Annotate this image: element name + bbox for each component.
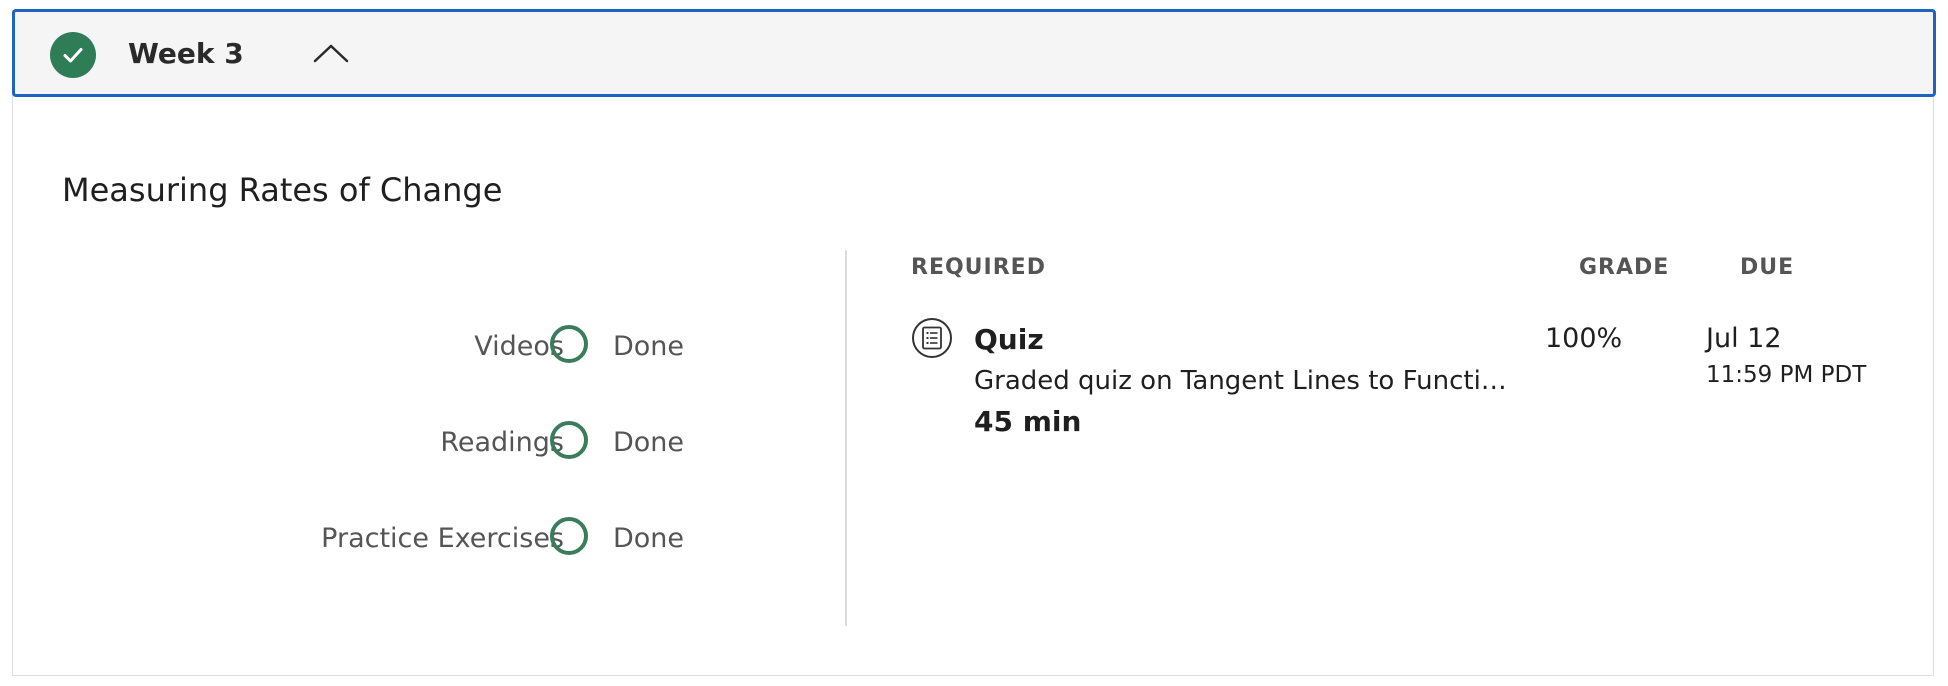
- progress-ring-icon: [550, 517, 588, 555]
- progress-status: Done: [613, 523, 685, 554]
- quiz-item-duration: 45 min: [974, 405, 1082, 438]
- progress-status: Done: [613, 331, 685, 362]
- chevron-up-icon[interactable]: [311, 41, 351, 67]
- week-title: Week 3: [128, 37, 244, 70]
- progress-row-videos: Videos Done: [40, 322, 740, 372]
- progress-label: Readings: [440, 427, 564, 458]
- quiz-item-due-time: 11:59 PM PDT: [1706, 362, 1867, 388]
- progress-ring-icon: [550, 421, 588, 459]
- quiz-item-description[interactable]: Graded quiz on Tangent Lines to Functio…: [974, 364, 1520, 398]
- required-column-header: REQUIRED: [911, 255, 1046, 280]
- quiz-item-link[interactable]: Quiz: [974, 322, 1044, 358]
- column-divider: [845, 250, 847, 626]
- progress-ring-icon: [550, 325, 588, 363]
- progress-row-readings: Readings Done: [40, 418, 740, 468]
- quiz-item-grade: 100%: [1545, 323, 1623, 354]
- due-column-header: DUE: [1740, 255, 1795, 280]
- quiz-item-due-date: Jul 12: [1706, 323, 1782, 354]
- week-header-toggle[interactable]: Week 3: [12, 9, 1936, 97]
- progress-status: Done: [613, 427, 685, 458]
- progress-label: Practice Exercises: [321, 523, 564, 554]
- quiz-icon: [912, 318, 952, 358]
- completed-check-icon: [50, 32, 96, 78]
- module-title: Measuring Rates of Change: [62, 171, 503, 209]
- progress-row-practice-exercises: Practice Exercises Done: [40, 514, 740, 564]
- grade-column-header: GRADE: [1579, 255, 1670, 280]
